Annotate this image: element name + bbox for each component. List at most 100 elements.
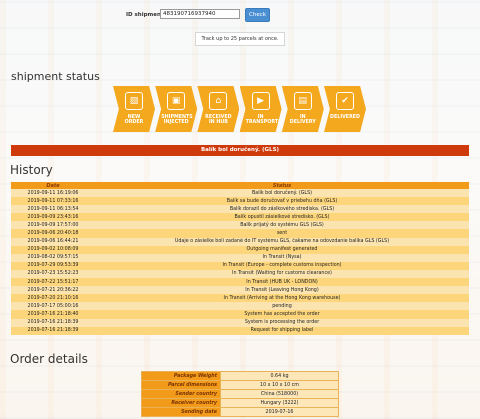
shipment-status-heading: shipment status (11, 70, 100, 83)
order-detail-row: Receiver country Hungary (3222) (141, 398, 339, 408)
tracking-page: ID shipment Check Track up to 25 parcels… (0, 0, 480, 419)
history-row: 2019-07-23 15:52:23 In Transit (Waiting f… (11, 269, 469, 279)
history-heading: History (10, 163, 53, 177)
step-2: ▣ SHIPMENTS INJECTED (155, 86, 198, 132)
history-row: 2019-07-21 20:36:22 In Transit (Leaving H… (11, 286, 469, 295)
history-date: 2019-07-16 21:18:40 (11, 310, 95, 319)
check-button[interactable]: Check (245, 8, 270, 22)
date-column-header: Date (11, 182, 95, 189)
step-label: NEW ORDER (124, 115, 144, 126)
delivered-icon: ✔ (336, 92, 354, 110)
history-status: System is processing the order (95, 318, 469, 327)
history-date: 2019-07-21 20:36:22 (11, 286, 95, 295)
history-status: Balík sa bude doručovať v priebehu dňa (… (95, 197, 469, 206)
history-status: Outgoing manifest generated (95, 245, 469, 254)
history-date: 2019-07-16 21:18:39 (11, 326, 95, 335)
truck-icon: ▶ (251, 92, 270, 110)
history-date: 2019-09-02 10:08:09 (11, 245, 95, 254)
order-details-heading: Order details (10, 352, 88, 366)
history-row: 2019-07-16 21:18:39 Request for shipping … (11, 326, 469, 335)
history-status: System has accepted the order (95, 310, 469, 319)
progress-steps: ▧ NEW ORDER ▣ SHIPMENTS INJECTED ⌂ RECEIVED I… (113, 86, 366, 132)
order-detail-value: 0.64 kg (220, 371, 339, 381)
history-row: 2019-07-16 21:18:39 System is processing … (11, 318, 469, 327)
history-row: 2019-07-16 21:18:40 System has accepted t… (11, 310, 469, 319)
order-detail-value: 10 x 10 x 10 cm (220, 380, 339, 390)
history-table: Date Status 2019-09-11 16:19:06 Balík bol… (11, 182, 469, 335)
order-detail-row: Sending date 2019-07-16 (141, 407, 339, 417)
history-row: 2019-09-09 17:57:00 Balík prijatý do syst… (11, 221, 469, 230)
order-detail-label: Sender country (141, 389, 221, 399)
delivery-icon: ▤ (293, 92, 312, 110)
order-detail-value: 2019-07-16 (220, 407, 339, 417)
history-date: 2019-07-17 05:00:16 (11, 302, 95, 311)
track-hint: Track up to 25 parcels at once. (195, 32, 285, 46)
history-date: 2019-09-11 07:33:16 (11, 197, 95, 206)
shipment-id-label: ID shipment (126, 12, 164, 18)
history-row: 2019-09-11 07:33:16 Balík sa bude doručov… (11, 197, 469, 206)
history-date: 2019-09-06 20:40:18 (11, 229, 95, 238)
history-date: 2019-09-11 06:13:54 (11, 205, 95, 214)
order-detail-row: Parcel dimensions 10 x 10 x 10 cm (141, 380, 339, 390)
history-row: 2019-07-22 15:51:17 In Transit (HUB UK - … (11, 278, 469, 287)
order-details-table: Package Weight 0.64 kg Parcel dimensions 10… (141, 371, 339, 417)
history-row: 2019-09-02 10:08:09 Outgoing manifest gen… (11, 245, 469, 254)
step-label: DELIVERED (330, 115, 361, 120)
status-column-header: Status (95, 182, 469, 189)
order-detail-row: Package Weight 0.64 kg (141, 371, 339, 381)
history-status: In Transit (Europe - complete customs in… (95, 261, 469, 270)
history-status: pending (95, 302, 469, 311)
order-detail-label: Parcel dimensions (141, 380, 221, 390)
warehouse-icon: ⌂ (209, 92, 228, 110)
shipment-id-input[interactable] (160, 9, 240, 19)
history-date: 2019-07-20 21:10:16 (11, 294, 95, 303)
history-status: Balík bol doručený. (GLS) (95, 189, 469, 198)
order-detail-value: China (518000) (220, 389, 339, 399)
history-row: 2019-07-17 05:00:16 pending (11, 302, 469, 311)
step-label: RECEIVED IN HUB (205, 115, 232, 126)
history-row: 2019-07-20 21:10:16 In Transit (Arriving … (11, 294, 469, 303)
history-date: 2019-09-09 23:43:16 (11, 213, 95, 222)
package-hand-icon: ▣ (167, 92, 186, 110)
history-row: 2019-09-11 06:13:54 Balík dorazil do zásl… (11, 205, 469, 214)
order-detail-label: Package Weight (141, 371, 221, 381)
history-date: 2019-09-06 16:44:21 (11, 237, 95, 246)
history-row: 2019-09-09 23:43:16 Balík opustil zásielk… (11, 213, 469, 222)
new-order-icon: ▧ (125, 92, 143, 110)
history-status: In Transit (Arriving at the Hong Kong wa… (95, 294, 469, 303)
history-date: 2019-07-23 15:52:23 (11, 269, 95, 279)
history-status: In Transit (Leaving Hong Kong) (95, 286, 469, 295)
order-detail-label: Receiver country (141, 398, 221, 408)
history-date: 2019-09-11 16:19:06 (11, 189, 95, 198)
history-status: In Transit (Waiting for customs clearanc… (95, 269, 469, 279)
step-label: IN TRANSPORTATION (245, 115, 295, 126)
step-5: ▤ IN DELIVERY (281, 86, 324, 132)
current-status-banner: Balík bol doručený. (GLS) (11, 145, 469, 156)
history-row: 2019-09-11 16:19:06 Balík bol doručený. (… (11, 189, 469, 198)
search-bar: ID shipment Check (0, 8, 480, 23)
history-status: In Transit (HUB UK - LONDON) (95, 278, 469, 287)
history-date: 2019-07-29 09:53:39 (11, 261, 95, 270)
history-date: 2019-09-09 17:57:00 (11, 221, 95, 230)
history-status: sent (95, 229, 469, 238)
history-status: Balík dorazil do záslkového strediska. (… (95, 205, 469, 214)
step-3: ⌂ RECEIVED IN HUB (197, 86, 240, 132)
history-row: 2019-08-02 09:57:15 In Transit (Nysa) (11, 253, 469, 262)
history-header-row: Date Status (11, 182, 469, 189)
history-row: 2019-09-06 16:44:21 Údaje o zásielke boli… (11, 237, 469, 246)
history-date: 2019-07-16 21:18:39 (11, 318, 95, 327)
history-status: Balík opustil zásielkové stredisko. (GLS… (95, 213, 469, 222)
history-status: Balík prijatý do systému GLS (GLS) (95, 221, 469, 230)
step-1: ▧ NEW ORDER (113, 86, 155, 132)
order-detail-row: Sender country China (518000) (141, 389, 339, 399)
order-detail-value: Hungary (3222) (220, 398, 339, 408)
history-status: Request for shipping label (95, 326, 469, 335)
history-row: 2019-07-29 09:53:39 In Transit (Europe - … (11, 261, 469, 270)
history-status: Údaje o zásielke boli zadané do IT systé… (95, 237, 469, 246)
history-date: 2019-07-22 15:51:17 (11, 278, 95, 287)
history-date: 2019-08-02 09:57:15 (11, 253, 95, 262)
history-row: 2019-09-06 20:40:18 sent (11, 229, 469, 238)
step-label: IN DELIVERY (289, 115, 316, 126)
step-6: ✔ DELIVERED (324, 86, 366, 132)
order-detail-label: Sending date (141, 407, 221, 417)
